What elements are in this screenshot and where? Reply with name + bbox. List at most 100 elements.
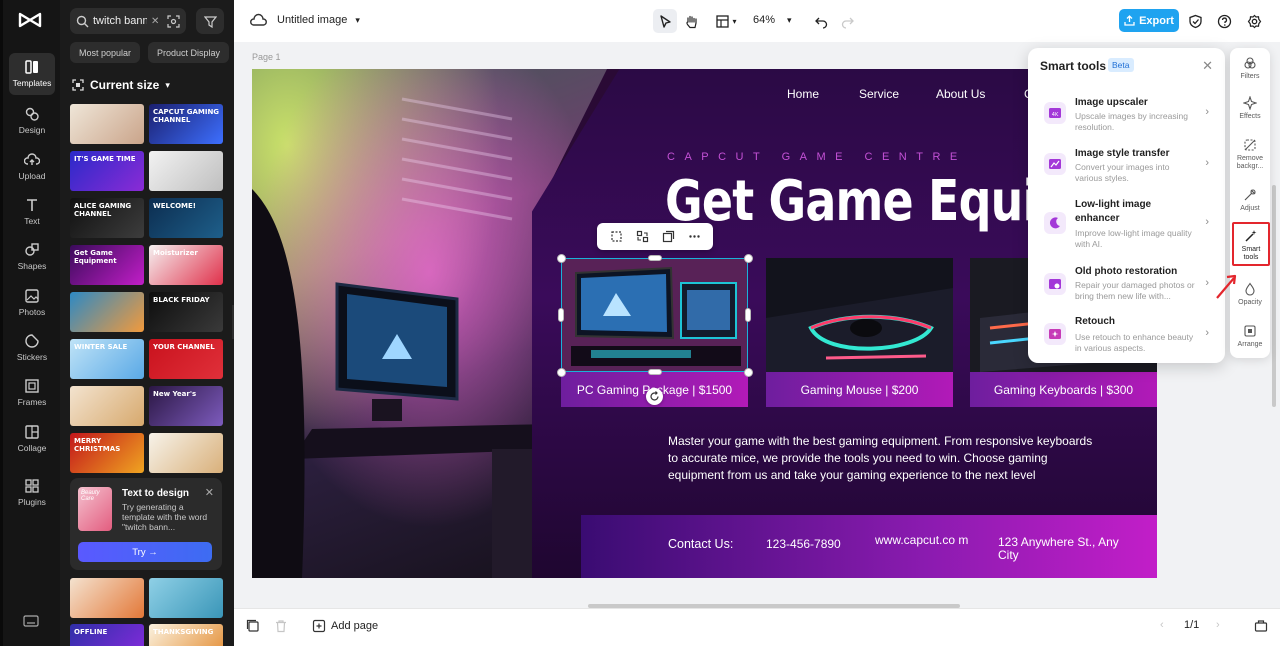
template-thumbnail[interactable]: MERRY CHRISTMAS [70, 433, 144, 473]
rotate-handle[interactable] [646, 388, 663, 405]
page-view-button[interactable] [246, 619, 260, 633]
delete-page-button[interactable] [274, 619, 288, 633]
close-icon[interactable]: ✕ [1202, 58, 1213, 74]
prev-page-button[interactable]: ‹ [1160, 619, 1164, 631]
rail-item-text[interactable]: Text [3, 197, 61, 241]
select-tool-button[interactable] [653, 9, 677, 33]
tool-image-upscaler[interactable]: 4K Image upscaler Upscale images by incr… [1034, 94, 1219, 142]
resize-handle-bottom[interactable] [648, 369, 662, 375]
redo-button[interactable] [835, 9, 859, 33]
shield-button[interactable] [1183, 9, 1207, 33]
duplicate-icon[interactable] [662, 230, 675, 243]
tool-low-light-enhancer[interactable]: Low-light image enhancer Improve low-lig… [1034, 198, 1219, 256]
vertical-scrollbar[interactable] [1272, 185, 1276, 407]
design-page[interactable]: Home Service About Us C CAPCUT GAME CENT… [252, 69, 1157, 578]
template-thumbnail[interactable]: WINTER SALE [70, 339, 144, 379]
export-button[interactable]: Export [1119, 9, 1179, 32]
search-input[interactable] [93, 15, 147, 27]
template-thumbnail[interactable] [70, 578, 144, 618]
try-button[interactable]: Try → [78, 542, 212, 562]
cloud-save-icon[interactable] [250, 13, 267, 28]
resize-handle-top[interactable] [648, 255, 662, 261]
settings-button[interactable] [1242, 9, 1266, 33]
rail-arrange[interactable]: Arrange [1230, 324, 1270, 368]
rail-item-design[interactable]: Design [3, 106, 61, 150]
clear-search-icon[interactable]: ✕ [151, 16, 159, 27]
filter-button[interactable] [196, 8, 224, 34]
nav-home[interactable]: Home [787, 87, 819, 101]
keyboard-shortcuts-icon[interactable] [23, 614, 39, 628]
product-label-keyboard[interactable]: Gaming Keyboards | $300 [970, 372, 1157, 407]
next-page-button[interactable]: › [1216, 619, 1220, 631]
undo-button[interactable] [809, 9, 833, 33]
rail-item-upload[interactable]: Upload [3, 152, 61, 196]
product-label-mouse[interactable]: Gaming Mouse | $200 [766, 372, 953, 407]
rail-smart-tools[interactable]: Smart tools [1232, 222, 1270, 266]
template-thumbnail[interactable] [149, 151, 223, 191]
rail-item-stickers[interactable]: Stickers [3, 333, 61, 377]
template-thumbnail[interactable]: OFFLINE [70, 624, 144, 646]
hand-tool-button[interactable] [679, 9, 703, 33]
tool-old-photo-restoration[interactable]: Old photo restoration Repair your damage… [1034, 263, 1219, 311]
resize-handle-bl[interactable] [557, 368, 566, 377]
help-button[interactable] [1212, 9, 1236, 33]
rail-item-frames[interactable]: Frames [3, 378, 61, 422]
layout-dropdown[interactable]: ▾ [710, 9, 742, 33]
rail-remove-background[interactable]: Remove backgr... [1230, 138, 1270, 182]
crop-select-icon[interactable] [610, 230, 623, 243]
template-thumbnail[interactable]: New Year's [149, 386, 223, 426]
tool-image-style-transfer[interactable]: Image style transfer Convert your images… [1034, 145, 1219, 193]
rail-item-shapes[interactable]: Shapes [3, 242, 61, 286]
template-search-box[interactable]: ✕ [70, 8, 186, 34]
template-thumbnail[interactable]: Moisturizer [149, 245, 223, 285]
fullscreen-button[interactable] [1254, 619, 1268, 633]
contact-phone[interactable]: 123-456-7890 [766, 538, 841, 551]
template-thumbnail[interactable]: Get Game Equipment [70, 245, 144, 285]
resize-handle-right[interactable] [745, 308, 751, 322]
rail-effects[interactable]: Effects [1230, 96, 1270, 140]
capcut-logo-icon[interactable] [17, 10, 43, 32]
rail-item-plugins[interactable]: Plugins [3, 478, 61, 522]
nav-about-us[interactable]: About Us [936, 87, 985, 101]
rail-item-collage[interactable]: Collage [3, 424, 61, 468]
template-thumbnail[interactable] [70, 104, 144, 144]
close-icon[interactable]: ✕ [205, 486, 214, 499]
template-thumbnail[interactable]: ALICE GAMING CHANNEL [70, 198, 144, 238]
add-page-button[interactable]: Add page [312, 619, 378, 633]
template-thumbnail[interactable] [149, 578, 223, 618]
current-size-dropdown[interactable]: Current size ▾ [72, 78, 170, 92]
present-icon [1254, 620, 1268, 632]
template-thumbnail[interactable] [70, 292, 144, 332]
rail-filters[interactable]: Filters [1230, 56, 1270, 100]
nav-service[interactable]: Service [859, 87, 899, 101]
template-thumbnail[interactable]: CAPCUT GAMING CHANNEL [149, 104, 223, 144]
zoom-dropdown[interactable]: 64% ▾ [753, 14, 792, 26]
template-thumbnail[interactable]: YOUR CHANNEL [149, 339, 223, 379]
replace-icon[interactable] [636, 230, 649, 243]
template-thumbnail[interactable]: WELCOME! [149, 198, 223, 238]
resize-handle-left[interactable] [558, 308, 564, 322]
image-search-icon[interactable] [167, 14, 180, 28]
more-options-icon[interactable] [688, 230, 701, 243]
selection-frame[interactable] [561, 258, 748, 372]
rail-item-photos[interactable]: Photos [3, 288, 61, 332]
chip-most-popular[interactable]: Most popular [70, 42, 141, 63]
contact-address[interactable]: 123 Anywhere St., Any City [998, 536, 1128, 562]
template-thumbnail[interactable]: BLACK FRIDAY [149, 292, 223, 332]
product-image-mouse[interactable] [766, 258, 953, 372]
resize-handle-br[interactable] [744, 368, 753, 377]
template-thumbnail[interactable]: THANKSGIVING [149, 624, 223, 646]
tool-retouch[interactable]: Retouch Use retouch to enhance beauty in… [1034, 313, 1219, 361]
contact-label[interactable]: Contact Us: [668, 538, 733, 551]
template-thumbnail[interactable] [70, 386, 144, 426]
template-thumbnail[interactable] [149, 433, 223, 473]
contact-website[interactable]: www.capcut.co m [875, 534, 971, 562]
resize-handle-tl[interactable] [557, 254, 566, 263]
description-text[interactable]: Master your game with the best gaming eq… [668, 433, 1098, 493]
rail-item-templates[interactable]: Templates [9, 53, 55, 95]
document-title-dropdown[interactable]: Untitled image ▾ [277, 14, 360, 26]
resize-handle-tr[interactable] [744, 254, 753, 263]
subheading[interactable]: CAPCUT GAME CENTRE [667, 151, 967, 163]
template-thumbnail[interactable]: IT'S GAME TIME [70, 151, 144, 191]
chip-product-display[interactable]: Product Display [148, 42, 230, 63]
